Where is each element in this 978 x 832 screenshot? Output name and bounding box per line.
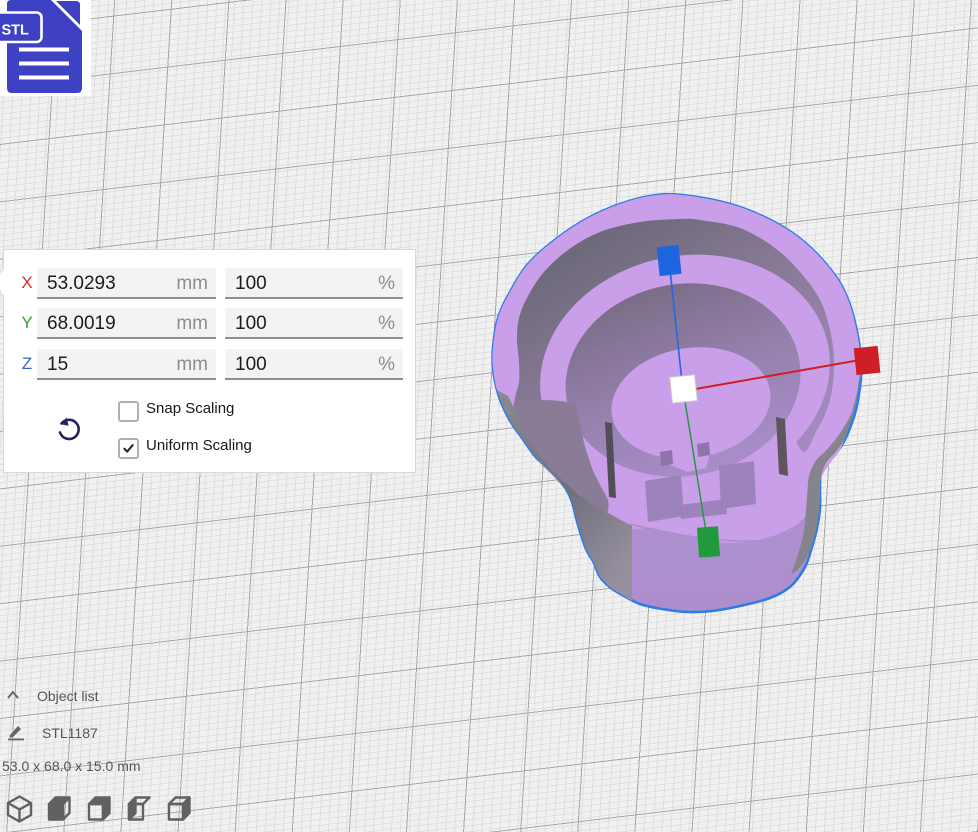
svg-text:STL: STL <box>2 23 30 39</box>
